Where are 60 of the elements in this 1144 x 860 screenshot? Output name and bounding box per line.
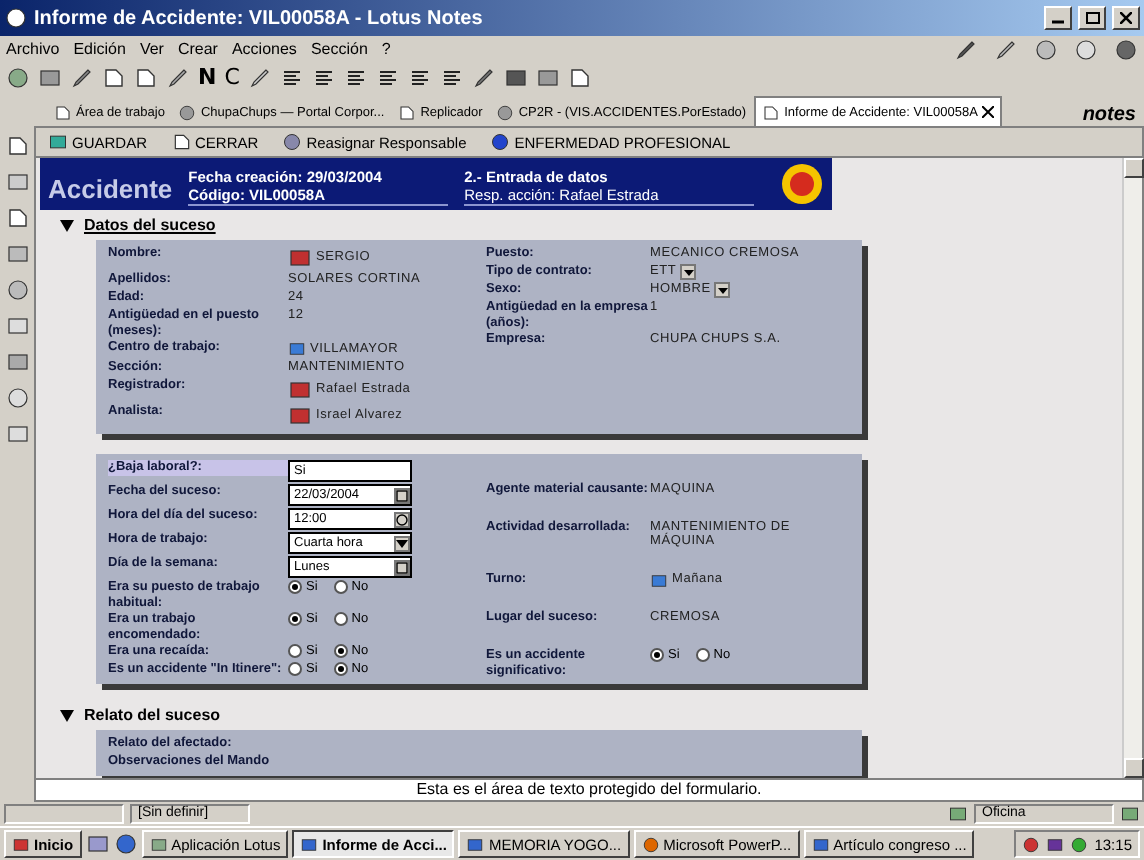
scrollbar[interactable] bbox=[1122, 158, 1142, 778]
radio-button[interactable] bbox=[288, 580, 302, 594]
dropdown-arrow-icon[interactable] bbox=[394, 535, 410, 551]
radio-button[interactable] bbox=[288, 612, 302, 626]
menu-item[interactable]: Sección bbox=[310, 40, 368, 58]
menu-item[interactable]: Acciones bbox=[231, 40, 297, 58]
minimize-button[interactable] bbox=[1044, 6, 1072, 30]
align-left-icon[interactable] bbox=[279, 65, 304, 89]
tab-icon[interactable] bbox=[762, 103, 781, 121]
app-icon[interactable] bbox=[466, 835, 485, 853]
window-title: Informe de Accidente: VIL00058A - Lotus Notes bbox=[34, 7, 485, 29]
tab-icon[interactable] bbox=[398, 103, 417, 121]
action-icon[interactable] bbox=[48, 132, 68, 152]
app-icon[interactable] bbox=[641, 835, 660, 853]
clock-icon[interactable] bbox=[394, 511, 410, 527]
format-button[interactable]: N bbox=[198, 64, 217, 90]
expanded-triangle-icon[interactable] bbox=[60, 709, 74, 721]
radio-button[interactable] bbox=[650, 648, 664, 662]
maximize-button[interactable] bbox=[1078, 6, 1106, 30]
radio-button[interactable] bbox=[333, 662, 348, 676]
app-icon[interactable] bbox=[4, 6, 28, 30]
radio-button[interactable] bbox=[333, 612, 348, 626]
tab-icon[interactable] bbox=[496, 103, 515, 121]
dropdown-button[interactable] bbox=[680, 264, 697, 280]
menu-item[interactable]: Ver bbox=[139, 40, 164, 58]
form-title: Accidente bbox=[48, 174, 173, 206]
brand-logo: notes bbox=[1082, 104, 1138, 126]
radio-button[interactable] bbox=[695, 648, 710, 662]
menu-item[interactable]: ? bbox=[381, 40, 391, 58]
picker-icon[interactable] bbox=[288, 340, 306, 358]
radio-button[interactable] bbox=[288, 644, 302, 658]
dropdown-arrow-icon bbox=[683, 269, 694, 275]
menu-item[interactable]: Crear bbox=[177, 40, 218, 58]
close-button[interactable] bbox=[1112, 6, 1140, 30]
expanded-triangle-icon[interactable] bbox=[60, 219, 74, 231]
app-icon[interactable] bbox=[811, 835, 830, 853]
status-message: Esta es el área de texto protegido del formulario. bbox=[36, 778, 1142, 800]
format-button[interactable]: C bbox=[224, 64, 240, 90]
dropdown-arrow-icon bbox=[717, 287, 728, 293]
tab-icon[interactable] bbox=[54, 103, 72, 121]
section-title: Relato del suceso bbox=[84, 706, 221, 724]
menu-item[interactable]: Archivo bbox=[6, 40, 60, 58]
section-title: Datos del suceso bbox=[84, 216, 216, 234]
align-right-icon[interactable] bbox=[343, 65, 368, 89]
app-icon[interactable] bbox=[300, 835, 319, 853]
logo-icon bbox=[780, 162, 824, 206]
close-icon bbox=[1120, 12, 1132, 24]
tab-icon[interactable] bbox=[178, 103, 197, 121]
maximize-icon bbox=[1085, 12, 1099, 24]
action-icon[interactable] bbox=[282, 132, 303, 152]
radio-button[interactable] bbox=[333, 644, 348, 658]
close-icon[interactable] bbox=[981, 106, 994, 118]
radio-button[interactable] bbox=[288, 662, 302, 676]
dropdown-button[interactable] bbox=[714, 282, 731, 298]
align-center-icon[interactable] bbox=[311, 65, 336, 89]
radio-button[interactable] bbox=[333, 580, 348, 594]
action-icon[interactable] bbox=[490, 132, 511, 152]
action-icon[interactable] bbox=[171, 132, 192, 152]
menu-item[interactable]: Edición bbox=[73, 40, 126, 58]
picker-icon[interactable] bbox=[650, 571, 668, 589]
